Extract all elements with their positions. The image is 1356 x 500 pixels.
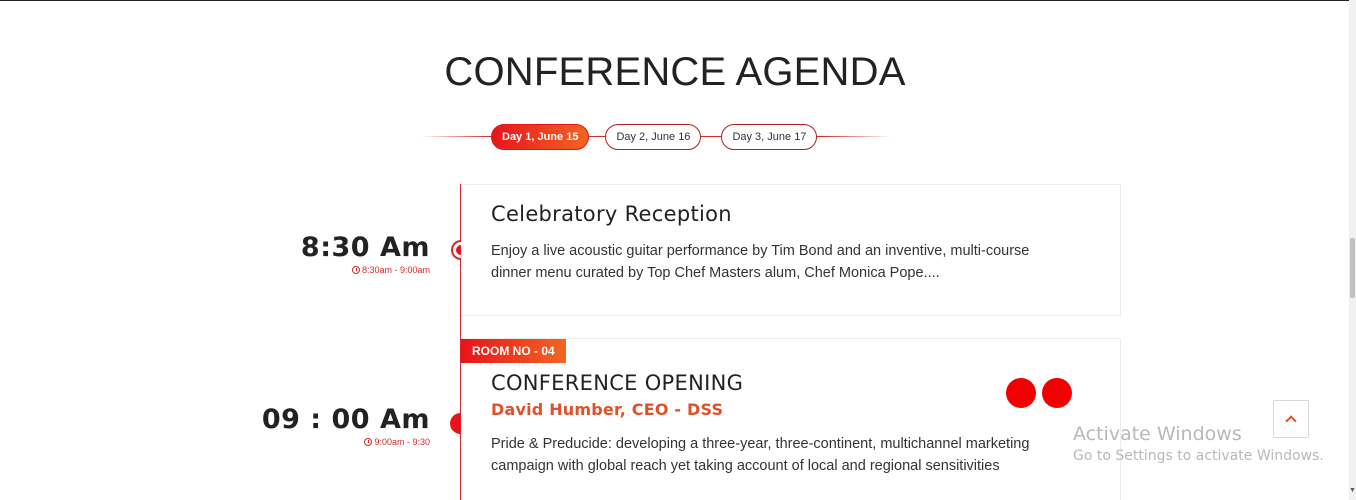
page-title: CONFERENCE AGENDA [444, 50, 906, 94]
session-range-label: 8:30am - 9:00am [361, 265, 430, 275]
session-time: 09 : 00 Am [261, 404, 430, 435]
speaker-avatar[interactable] [1042, 378, 1072, 408]
tab-day-3[interactable]: Day 3, June 17 [721, 124, 818, 150]
session-range-label: 9:00am - 9:30 [374, 437, 430, 447]
tab-day-1[interactable]: Day 1, June 15 [491, 124, 590, 150]
chevron-up-icon [1285, 415, 1297, 427]
clock-icon [351, 266, 360, 274]
session-card: ROOM NO - 04 CONFERENCE OPENING David Hu… [461, 338, 1121, 500]
watermark-title: Activate Windows [1073, 423, 1242, 445]
session-title[interactable]: CONFERENCE OPENING [491, 371, 743, 395]
clock-icon [364, 438, 373, 446]
session-time-range: 8:30am - 9:00am [351, 265, 430, 275]
tab-day-2[interactable]: Day 2, June 16 [605, 124, 702, 150]
top-border [0, 0, 1356, 1]
session-description: Enjoy a live acoustic guitar performance… [491, 243, 1030, 281]
scrollbar-thumb[interactable] [1350, 238, 1355, 298]
speaker-avatar[interactable] [1006, 378, 1036, 408]
session-speaker[interactable]: David Humber, CEO - DSS [491, 400, 723, 419]
scroll-down-arrow-icon[interactable]: ▼ [1349, 486, 1356, 496]
session-time: 8:30 Am [300, 232, 430, 263]
session-card: Celebratory Reception Enjoy a live acous… [461, 184, 1121, 316]
scroll-to-top-button[interactable] [1273, 400, 1309, 438]
session-time-range: 9:00am - 9:30 [364, 437, 430, 447]
day-tabs: Day 1, June 15 Day 2, June 16 Day 3, Jun… [491, 124, 818, 150]
watermark-subtitle: Go to Settings to activate Windows. [1073, 448, 1324, 464]
room-badge: ROOM NO - 04 [461, 339, 566, 363]
session-description: Pride & Preducide: developing a three-ye… [491, 436, 1030, 474]
session-title[interactable]: Celebratory Reception [491, 202, 732, 226]
